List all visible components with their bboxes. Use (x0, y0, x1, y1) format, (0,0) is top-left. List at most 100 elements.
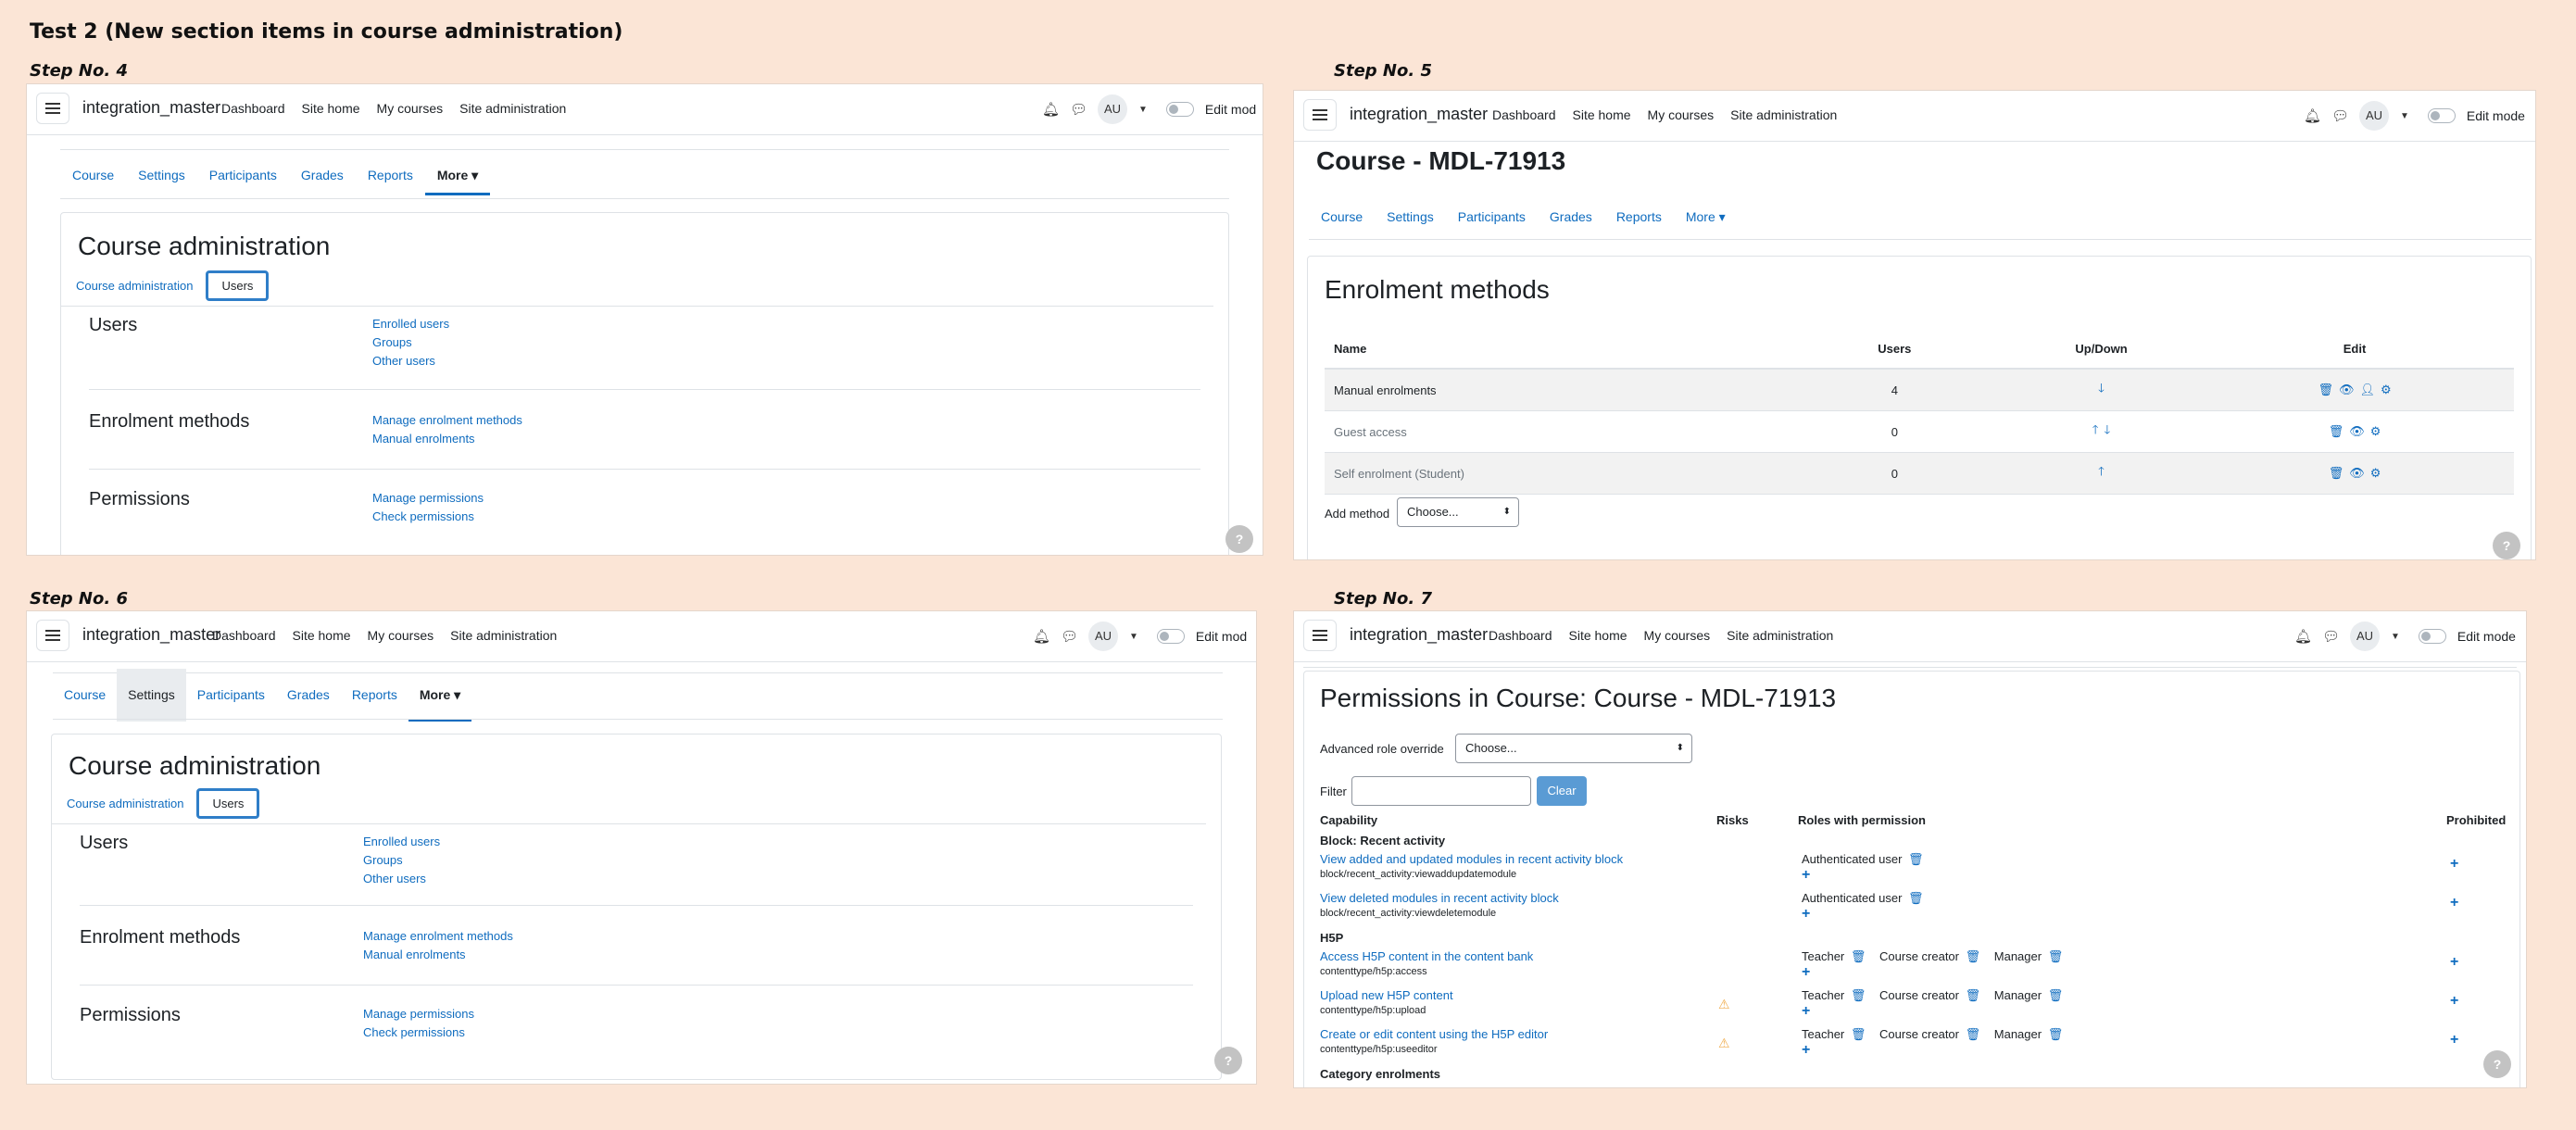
bell-icon[interactable]: 🔔︎ (2304, 107, 2321, 124)
avatar[interactable]: AU (2359, 101, 2389, 131)
nav-site-home[interactable]: Site home (1569, 628, 1627, 643)
tab-participants[interactable]: Participants (197, 158, 289, 195)
tab-course[interactable]: Course (1309, 200, 1375, 234)
tab-grades[interactable]: Grades (289, 158, 356, 195)
trash-icon[interactable]: 🗑︎ (1851, 1027, 1866, 1041)
link-enrolled-users[interactable]: Enrolled users (372, 315, 449, 333)
trash-icon[interactable]: 🗑︎ (2318, 383, 2333, 396)
edit-mode-toggle[interactable] (2427, 108, 2456, 123)
help-button[interactable]: ? (1225, 525, 1253, 553)
link-check-permissions[interactable]: Check permissions (372, 508, 484, 526)
edit-mode-toggle[interactable] (1165, 102, 1194, 117)
trash-icon[interactable]: 🗑︎ (2048, 988, 2064, 1002)
avatar[interactable]: AU (2350, 622, 2380, 651)
nav-dashboard[interactable]: Dashboard (1489, 628, 1552, 643)
gear-icon[interactable]: ⚙︎ (2370, 466, 2381, 480)
link-manage-permissions[interactable]: Manage permissions (363, 1005, 474, 1023)
prohibit-add-icon[interactable]: + (2450, 895, 2458, 911)
tab-reports[interactable]: Reports (356, 158, 425, 195)
gear-icon[interactable]: ⚙︎ (2381, 383, 2392, 396)
capability-link[interactable]: View added and updated modules in recent… (1320, 852, 1623, 866)
link-other-users[interactable]: Other users (372, 352, 449, 370)
site-brand[interactable]: integration_master (82, 625, 220, 645)
prohibit-add-icon[interactable]: + (2450, 993, 2458, 1010)
tab-users[interactable]: Users (196, 788, 260, 819)
link-manual-enrolments[interactable]: Manual enrolments (372, 430, 522, 448)
tab-reports[interactable]: Reports (341, 669, 408, 722)
link-check-permissions[interactable]: Check permissions (363, 1023, 474, 1042)
nav-site-administration[interactable]: Site administration (1730, 107, 1837, 122)
help-button[interactable]: ? (1214, 1047, 1242, 1074)
nav-my-courses[interactable]: My courses (1644, 628, 1711, 643)
chat-icon[interactable]: 💬︎ (2331, 107, 2349, 124)
enrol-users-icon[interactable]: 👤︎ (2359, 383, 2375, 396)
menu-icon[interactable] (36, 93, 69, 124)
menu-icon[interactable] (36, 620, 69, 651)
link-other-users[interactable]: Other users (363, 870, 440, 888)
nav-site-home[interactable]: Site home (293, 628, 351, 643)
site-brand[interactable]: integration_master (1350, 105, 1488, 124)
trash-icon[interactable]: 🗑︎ (2329, 466, 2344, 480)
tab-settings[interactable]: Settings (1375, 200, 1446, 234)
tab-more[interactable]: More ▾ (424, 158, 491, 195)
add-method-select[interactable]: Choose... ⬍ (1397, 497, 1519, 527)
chat-icon[interactable]: 💬︎ (1061, 628, 1078, 645)
chevron-down-icon[interactable]: ▼ (1129, 632, 1138, 642)
help-button[interactable]: ? (2493, 532, 2520, 559)
capability-link[interactable]: Create or edit content using the H5P edi… (1320, 1027, 1548, 1041)
link-manual-enrolments[interactable]: Manual enrolments (363, 946, 513, 964)
trash-icon[interactable]: 🗑︎ (1851, 988, 1866, 1002)
tab-settings[interactable]: Settings (117, 669, 186, 722)
prohibit-add-icon[interactable]: + (2450, 954, 2458, 971)
edit-mode-toggle[interactable] (1156, 629, 1185, 644)
tab-grades[interactable]: Grades (276, 669, 341, 722)
nav-dashboard[interactable]: Dashboard (212, 628, 276, 643)
link-manage-enrolment-methods[interactable]: Manage enrolment methods (363, 927, 513, 946)
link-manage-permissions[interactable]: Manage permissions (372, 489, 484, 508)
nav-site-home[interactable]: Site home (302, 101, 360, 116)
add-role-icon[interactable]: + (1802, 906, 1810, 922)
trash-icon[interactable]: 🗑︎ (2048, 1027, 2064, 1041)
chat-icon[interactable]: 💬︎ (2322, 628, 2340, 645)
trash-icon[interactable]: 🗑︎ (2048, 949, 2064, 963)
arrow-up-icon[interactable]: 🡑 (2098, 464, 2105, 478)
chevron-down-icon[interactable]: ▼ (2400, 111, 2409, 121)
add-role-icon[interactable]: + (1802, 1003, 1810, 1019)
site-brand[interactable]: integration_master (1350, 625, 1488, 645)
nav-site-administration[interactable]: Site administration (459, 101, 566, 116)
trash-icon[interactable]: 🗑︎ (1908, 891, 1924, 905)
tab-course[interactable]: Course (60, 158, 126, 195)
tab-course[interactable]: Course (53, 669, 117, 722)
link-manage-enrolment-methods[interactable]: Manage enrolment methods (372, 411, 522, 430)
nav-my-courses[interactable]: My courses (368, 628, 434, 643)
tab-reports[interactable]: Reports (1604, 200, 1674, 234)
bell-icon[interactable]: 🔔︎ (2294, 628, 2312, 645)
tab-settings[interactable]: Settings (126, 158, 197, 195)
menu-icon[interactable] (1303, 99, 1337, 131)
trash-icon[interactable]: 🗑︎ (1966, 1027, 1981, 1041)
trash-icon[interactable]: 🗑︎ (1851, 949, 1866, 963)
tab-course-administration[interactable]: Course administration (63, 271, 206, 300)
capability-link[interactable]: Upload new H5P content (1320, 988, 1453, 1002)
link-groups[interactable]: Groups (363, 851, 440, 870)
tab-more[interactable]: More ▾ (408, 669, 472, 722)
eye-slash-icon[interactable]: 👁︎ (2349, 424, 2365, 438)
add-role-icon[interactable]: + (1802, 1042, 1810, 1058)
eye-slash-icon[interactable]: 👁︎ (2349, 466, 2365, 480)
arrow-up-icon[interactable]: 🡑 (2092, 422, 2099, 436)
chat-icon[interactable]: 💬︎ (1070, 101, 1087, 118)
link-groups[interactable]: Groups (372, 333, 449, 352)
tab-participants[interactable]: Participants (1446, 200, 1538, 234)
arrow-down-icon[interactable]: 🡓 (2098, 381, 2105, 395)
menu-icon[interactable] (1303, 620, 1337, 651)
edit-mode-toggle[interactable] (2418, 629, 2446, 644)
nav-site-home[interactable]: Site home (1573, 107, 1631, 122)
advanced-role-override-select[interactable]: Choose... ⬍ (1455, 734, 1692, 763)
filter-input[interactable] (1351, 776, 1531, 806)
chevron-down-icon[interactable]: ▼ (2391, 632, 2400, 642)
tab-users[interactable]: Users (206, 270, 270, 301)
tab-course-administration[interactable]: Course administration (54, 789, 196, 818)
add-role-icon[interactable]: + (1802, 964, 1810, 980)
trash-icon[interactable]: 🗑︎ (1966, 988, 1981, 1002)
clear-button[interactable]: Clear (1537, 776, 1587, 806)
